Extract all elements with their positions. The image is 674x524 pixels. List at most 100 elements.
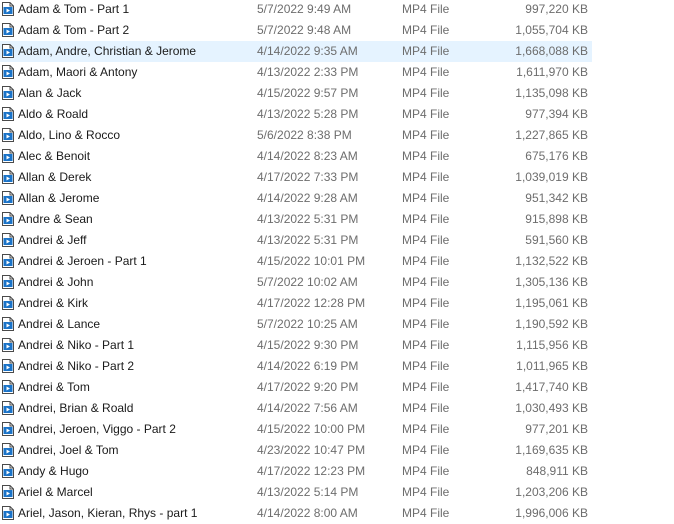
file-date-modified: 4/14/2022 9:28 AM	[257, 191, 358, 205]
file-row[interactable]: Aldo & Roald 4/13/2022 5:28 PM MP4 File …	[0, 104, 592, 125]
file-size: 1,668,088 KB	[515, 44, 588, 58]
file-row[interactable]: Allan & Derek 4/17/2022 7:33 PM MP4 File…	[0, 167, 592, 188]
file-date-modified: 4/13/2022 5:28 PM	[257, 107, 359, 121]
file-type: MP4 File	[402, 23, 450, 37]
file-row[interactable]: Alan & Jack 4/15/2022 9:57 PM MP4 File 1…	[0, 83, 592, 104]
file-type: MP4 File	[402, 275, 450, 289]
file-row[interactable]: Andrei & John 5/7/2022 10:02 AM MP4 File…	[0, 272, 592, 293]
file-type: MP4 File	[402, 233, 450, 247]
file-date-modified: 4/14/2022 8:00 AM	[257, 506, 358, 520]
file-row[interactable]: Adam & Tom - Part 2 5/7/2022 9:48 AM MP4…	[0, 20, 592, 41]
file-row[interactable]: Ariel, Jason, Kieran, Rhys - part 1 4/14…	[0, 503, 592, 524]
file-date-modified: 4/13/2022 5:31 PM	[257, 212, 359, 226]
file-date-modified: 4/15/2022 9:30 PM	[257, 338, 359, 352]
file-size: 977,201 KB	[525, 422, 588, 436]
file-row[interactable]: Andrei & Niko - Part 2 4/14/2022 6:19 PM…	[0, 356, 592, 377]
file-date-modified: 5/6/2022 8:38 PM	[257, 128, 352, 142]
video-file-icon	[2, 401, 14, 415]
file-row[interactable]: Andrei, Brian & Roald 4/14/2022 7:56 AM …	[0, 398, 592, 419]
file-size: 977,394 KB	[525, 107, 588, 121]
file-size: 848,911 KB	[526, 464, 588, 478]
video-file-icon	[2, 107, 14, 121]
file-row[interactable]: Andrei & Jeroen - Part 1 4/15/2022 10:01…	[0, 251, 592, 272]
video-file-icon	[2, 65, 14, 79]
file-size: 1,030,493 KB	[515, 401, 588, 415]
file-type: MP4 File	[402, 149, 450, 163]
file-size: 997,220 KB	[525, 2, 588, 16]
video-file-icon	[2, 338, 14, 352]
file-type: MP4 File	[402, 296, 450, 310]
file-row[interactable]: Adam, Maori & Antony 4/13/2022 2:33 PM M…	[0, 62, 592, 83]
file-date-modified: 4/17/2022 12:28 PM	[257, 296, 366, 310]
video-file-icon	[2, 254, 14, 268]
file-type: MP4 File	[402, 170, 450, 184]
file-date-modified: 5/7/2022 9:48 AM	[257, 23, 352, 37]
file-name: Allan & Derek	[18, 170, 92, 184]
video-file-icon	[2, 296, 14, 310]
file-name: Andrei & Kirk	[18, 296, 89, 310]
file-size: 1,132,522 KB	[515, 254, 588, 268]
file-name: Aldo, Lino & Rocco	[18, 128, 121, 142]
file-size: 1,203,206 KB	[515, 485, 588, 499]
file-date-modified: 4/13/2022 5:31 PM	[257, 233, 359, 247]
file-name: Andrei, Joel & Tom	[18, 443, 119, 457]
video-file-icon	[2, 485, 14, 499]
file-type: MP4 File	[402, 107, 450, 121]
file-type: MP4 File	[402, 191, 450, 205]
video-file-icon	[2, 380, 14, 394]
file-size: 675,176 KB	[525, 149, 588, 163]
file-row[interactable]: Alec & Benoit 4/14/2022 8:23 AM MP4 File…	[0, 146, 592, 167]
video-file-icon	[2, 212, 14, 226]
file-name: Aldo & Roald	[18, 107, 89, 121]
file-type: MP4 File	[402, 380, 450, 394]
file-size: 1,190,592 KB	[515, 317, 588, 331]
file-row[interactable]: Andrei & Jeff 4/13/2022 5:31 PM MP4 File…	[0, 230, 592, 251]
video-file-icon	[2, 443, 14, 457]
file-type: MP4 File	[402, 359, 450, 373]
file-name: Adam, Maori & Antony	[18, 65, 138, 79]
file-name: Andy & Hugo	[18, 464, 89, 478]
video-file-icon	[2, 149, 14, 163]
file-row[interactable]: Adam, Andre, Christian & Jerome 4/14/202…	[0, 41, 592, 62]
file-type: MP4 File	[402, 44, 450, 58]
file-size: 1,011,965 KB	[516, 359, 588, 373]
file-type: MP4 File	[402, 128, 450, 142]
file-row[interactable]: Andrei & Kirk 4/17/2022 12:28 PM MP4 Fil…	[0, 293, 592, 314]
file-name: Andrei & Lance	[18, 317, 101, 331]
video-file-icon	[2, 170, 14, 184]
file-row[interactable]: Andrei & Tom 4/17/2022 9:20 PM MP4 File …	[0, 377, 592, 398]
file-size: 951,342 KB	[525, 191, 588, 205]
video-file-icon	[2, 128, 14, 142]
file-type: MP4 File	[402, 485, 450, 499]
file-date-modified: 4/14/2022 7:56 AM	[257, 401, 358, 415]
file-row[interactable]: Andy & Hugo 4/17/2022 12:23 PM MP4 File …	[0, 461, 592, 482]
video-file-icon	[2, 44, 14, 58]
file-date-modified: 5/7/2022 9:49 AM	[257, 2, 352, 16]
file-type: MP4 File	[402, 338, 450, 352]
file-list: Adam & Tom - Part 1 5/7/2022 9:49 AM MP4…	[0, 0, 674, 524]
file-row[interactable]: Andrei & Lance 5/7/2022 10:25 AM MP4 Fil…	[0, 314, 592, 335]
file-row[interactable]: Ariel & Marcel 4/13/2022 5:14 PM MP4 Fil…	[0, 482, 592, 503]
file-size: 1,417,740 KB	[515, 380, 588, 394]
file-row[interactable]: Andrei & Niko - Part 1 4/15/2022 9:30 PM…	[0, 335, 592, 356]
file-size: 1,055,704 KB	[515, 23, 588, 37]
video-file-icon	[2, 233, 14, 247]
file-type: MP4 File	[402, 212, 450, 226]
file-row[interactable]: Adam & Tom - Part 1 5/7/2022 9:49 AM MP4…	[0, 0, 592, 20]
file-date-modified: 4/14/2022 8:23 AM	[257, 149, 358, 163]
file-size: 1,227,865 KB	[515, 128, 588, 142]
file-row[interactable]: Allan & Jerome 4/14/2022 9:28 AM MP4 Fil…	[0, 188, 592, 209]
file-row[interactable]: Andrei, Joel & Tom 4/23/2022 10:47 PM MP…	[0, 440, 592, 461]
file-date-modified: 4/17/2022 7:33 PM	[257, 170, 359, 184]
file-name: Adam, Andre, Christian & Jerome	[18, 44, 197, 58]
file-name: Andrei & John	[18, 275, 94, 289]
file-type: MP4 File	[402, 65, 450, 79]
file-size: 1,039,019 KB	[515, 170, 588, 184]
video-file-icon	[2, 86, 14, 100]
file-row[interactable]: Andrei, Jeroen, Viggo - Part 2 4/15/2022…	[0, 419, 592, 440]
file-row[interactable]: Aldo, Lino & Rocco 5/6/2022 8:38 PM MP4 …	[0, 125, 592, 146]
file-date-modified: 4/15/2022 9:57 PM	[257, 86, 359, 100]
video-file-icon	[2, 317, 14, 331]
file-row[interactable]: Andre & Sean 4/13/2022 5:31 PM MP4 File …	[0, 209, 592, 230]
file-name: Andrei & Jeff	[18, 233, 87, 247]
